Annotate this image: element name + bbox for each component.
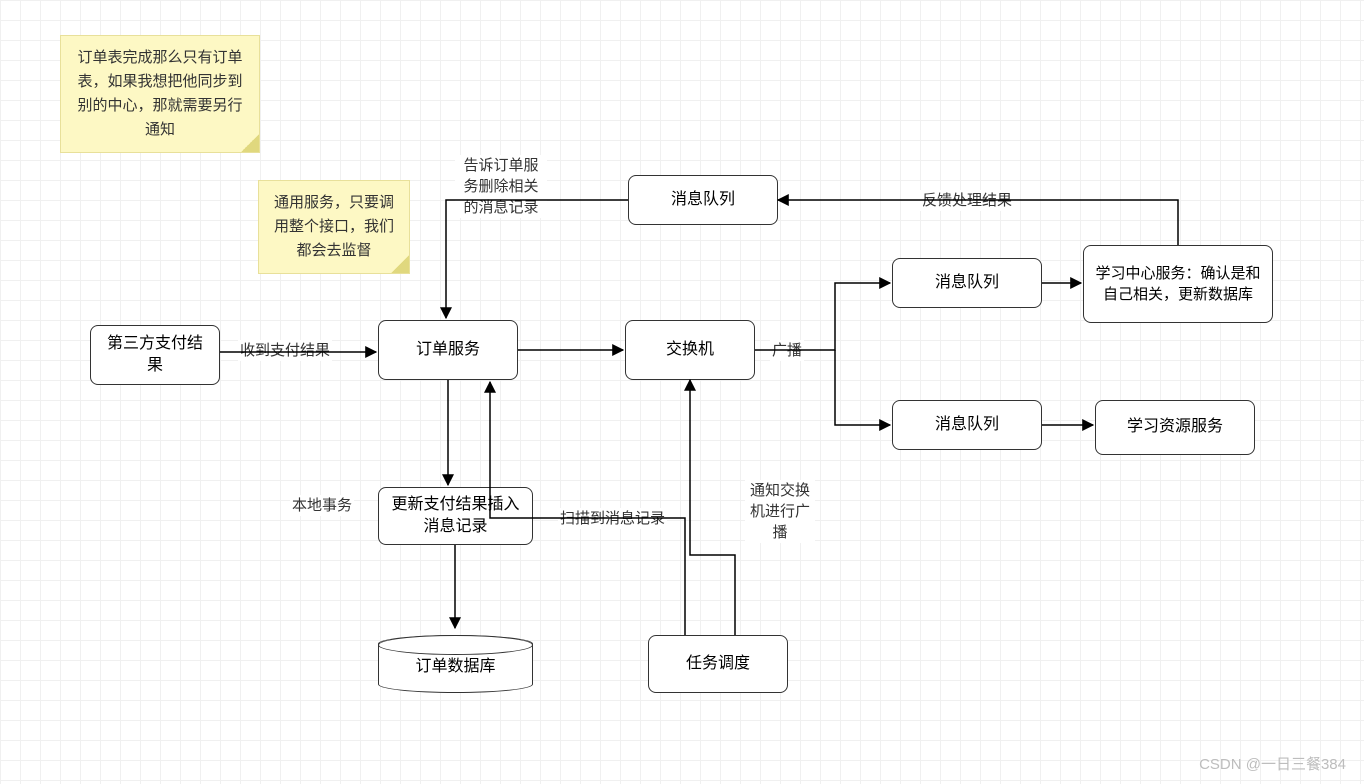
note-common-service: 通用服务，只要调用整个接口，我们都会去监督	[258, 180, 410, 274]
node-mq-mid: 消息队列	[892, 258, 1042, 308]
node-exchange: 交换机	[625, 320, 755, 380]
node-mq-top: 消息队列	[628, 175, 778, 225]
label-local-tx: 本地事务	[290, 495, 354, 516]
label-scan-msg: 扫描到消息记录	[558, 508, 667, 529]
note-order-sync: 订单表完成那么只有订单表，如果我想把他同步到别的中心，那就需要另行通知	[60, 35, 260, 153]
watermark: CSDN @一日三餐384	[1199, 753, 1346, 774]
node-update-pay-result: 更新支付结果插入消息记录	[378, 487, 533, 545]
label-broadcast: 广播	[770, 340, 804, 361]
label-notify-broadcast: 通知交换机进行广播	[745, 480, 815, 543]
label-receive-pay: 收到支付结果	[238, 340, 332, 361]
label-delete-msg: 告诉订单服务删除相关的消息记录	[455, 155, 547, 218]
node-order-db: 订单数据库	[378, 635, 533, 693]
node-third-party-pay: 第三方支付结果	[90, 325, 220, 385]
node-learning-resource: 学习资源服务	[1095, 400, 1255, 455]
node-order-service: 订单服务	[378, 320, 518, 380]
node-mq-bot: 消息队列	[892, 400, 1042, 450]
label-feedback: 反馈处理结果	[920, 190, 1014, 211]
node-task-scheduler: 任务调度	[648, 635, 788, 693]
node-learning-center: 学习中心服务：确认是和自己相关，更新数据库	[1083, 245, 1273, 323]
